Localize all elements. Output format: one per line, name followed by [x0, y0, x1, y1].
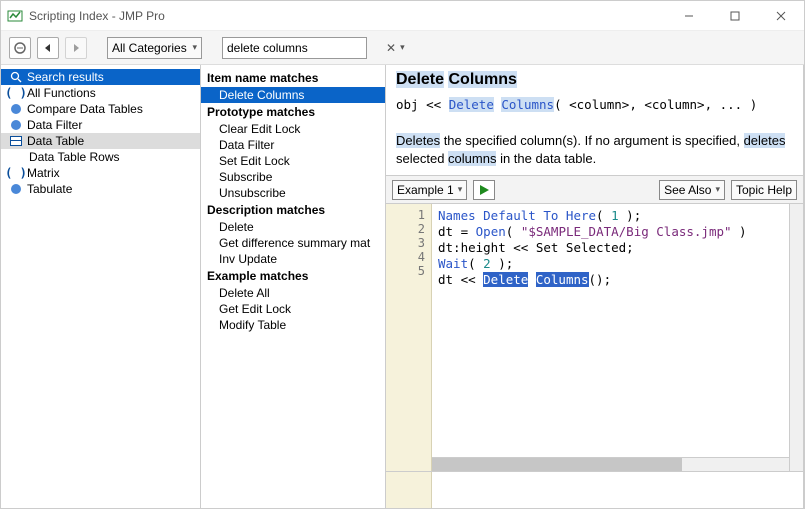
search-icon — [9, 70, 23, 84]
match-item[interactable]: Get difference summary mat — [201, 235, 385, 251]
group-description-matches: Description matches — [201, 201, 385, 219]
chevron-down-icon: ▾ — [458, 184, 463, 195]
match-item[interactable]: Data Filter — [201, 137, 385, 153]
code-editor[interactable]: Names Default To Here( 1 ); dt = Open( "… — [432, 204, 803, 471]
tree-label: Data Filter — [27, 118, 82, 132]
example-select[interactable]: Example 1 ▾ — [392, 180, 467, 200]
match-item[interactable]: Modify Table — [201, 317, 385, 333]
minimize-button[interactable] — [666, 1, 712, 31]
toolbar: All Categories ▾ ✕ ▾ — [1, 31, 804, 65]
maximize-button[interactable] — [712, 1, 758, 31]
description-area: Delete Columns obj << Delete Columns( <c… — [386, 65, 803, 176]
detail-pane: Delete Columns obj << Delete Columns( <c… — [386, 65, 804, 508]
tree-label: Search results — [27, 70, 104, 84]
main-body: Search results ( ) All Functions Compare… — [1, 65, 804, 508]
titlebar: Scripting Index - JMP Pro — [1, 1, 804, 31]
tree-item-data-table[interactable]: Data Table — [1, 133, 200, 149]
vertical-scrollbar[interactable] — [789, 204, 803, 471]
category-select[interactable]: All Categories ▾ — [107, 37, 202, 59]
close-button[interactable] — [758, 1, 804, 31]
match-item[interactable]: Clear Edit Lock — [201, 121, 385, 137]
example-toolbar: Example 1 ▾ See Also ▾ Topic Help — [386, 176, 803, 204]
parens-icon: ( ) — [9, 86, 23, 100]
tree-item-tabulate[interactable]: Tabulate — [1, 181, 200, 197]
window-controls — [666, 1, 804, 31]
match-item[interactable]: Delete Columns — [201, 87, 385, 103]
window-title: Scripting Index - JMP Pro — [29, 9, 666, 23]
match-item[interactable]: Set Edit Lock — [201, 153, 385, 169]
category-tree-pane: Search results ( ) All Functions Compare… — [1, 65, 201, 508]
match-item[interactable]: Unsubscribe — [201, 185, 385, 201]
group-example-matches: Example matches — [201, 267, 385, 285]
category-label: All Categories — [112, 41, 187, 55]
tree-item-all-functions[interactable]: ( ) All Functions — [1, 85, 200, 101]
topic-help-button[interactable]: Topic Help — [731, 180, 797, 200]
tree-label: Data Table — [27, 134, 84, 148]
see-also-select[interactable]: See Also ▾ — [659, 180, 725, 200]
search-options-icon[interactable]: ▾ — [396, 42, 409, 53]
tree-label: Compare Data Tables — [27, 102, 143, 116]
horizontal-scrollbar[interactable] — [432, 457, 789, 471]
output-area — [386, 472, 803, 508]
tree-label: All Functions — [27, 86, 96, 100]
match-item[interactable]: Subscribe — [201, 169, 385, 185]
tree-item-compare-data-tables[interactable]: Compare Data Tables — [1, 101, 200, 117]
forward-button[interactable] — [65, 37, 87, 59]
search-box: ✕ ▾ — [222, 37, 367, 59]
code-area: 1 2 3 4 5 Names Default To Here( 1 ); dt… — [386, 204, 803, 472]
home-button[interactable] — [9, 37, 31, 59]
tree-label: Matrix — [27, 166, 60, 180]
group-item-name-matches: Item name matches — [201, 69, 385, 87]
tree-item-matrix[interactable]: ( ) Matrix — [1, 165, 200, 181]
group-prototype-matches: Prototype matches — [201, 103, 385, 121]
parens-icon: ( ) — [9, 166, 23, 180]
tree-item-data-filter[interactable]: Data Filter — [1, 117, 200, 133]
signature: obj << Delete Columns( <column>, <column… — [396, 97, 793, 112]
search-input[interactable] — [223, 41, 386, 55]
match-item[interactable]: Get Edit Lock — [201, 301, 385, 317]
compare-icon — [9, 102, 23, 116]
data-table-icon — [9, 134, 23, 148]
line-gutter: 1 2 3 4 5 — [386, 204, 432, 471]
description-text: Deletes the specified column(s). If no a… — [396, 132, 793, 167]
app-window: Scripting Index - JMP Pro All Categories… — [0, 0, 805, 509]
chevron-down-icon: ▾ — [192, 42, 197, 53]
match-item[interactable]: Delete — [201, 219, 385, 235]
clear-search-icon[interactable]: ✕ — [386, 41, 396, 55]
detail-title: Delete Columns — [396, 71, 793, 89]
chevron-down-icon: ▾ — [715, 184, 720, 195]
tree-item-data-table-rows[interactable]: Data Table Rows — [1, 149, 200, 165]
app-icon — [7, 8, 23, 24]
output-gutter — [386, 472, 432, 508]
tree-search-results[interactable]: Search results — [1, 69, 200, 85]
tabulate-icon — [9, 182, 23, 196]
match-item[interactable]: Inv Update — [201, 251, 385, 267]
match-item[interactable]: Delete All — [201, 285, 385, 301]
filter-icon — [9, 118, 23, 132]
back-button[interactable] — [37, 37, 59, 59]
tree-label: Data Table Rows — [29, 150, 120, 164]
matches-pane: Item name matches Delete Columns Prototy… — [201, 65, 386, 508]
tree-label: Tabulate — [27, 182, 72, 196]
run-script-button[interactable] — [473, 180, 495, 200]
